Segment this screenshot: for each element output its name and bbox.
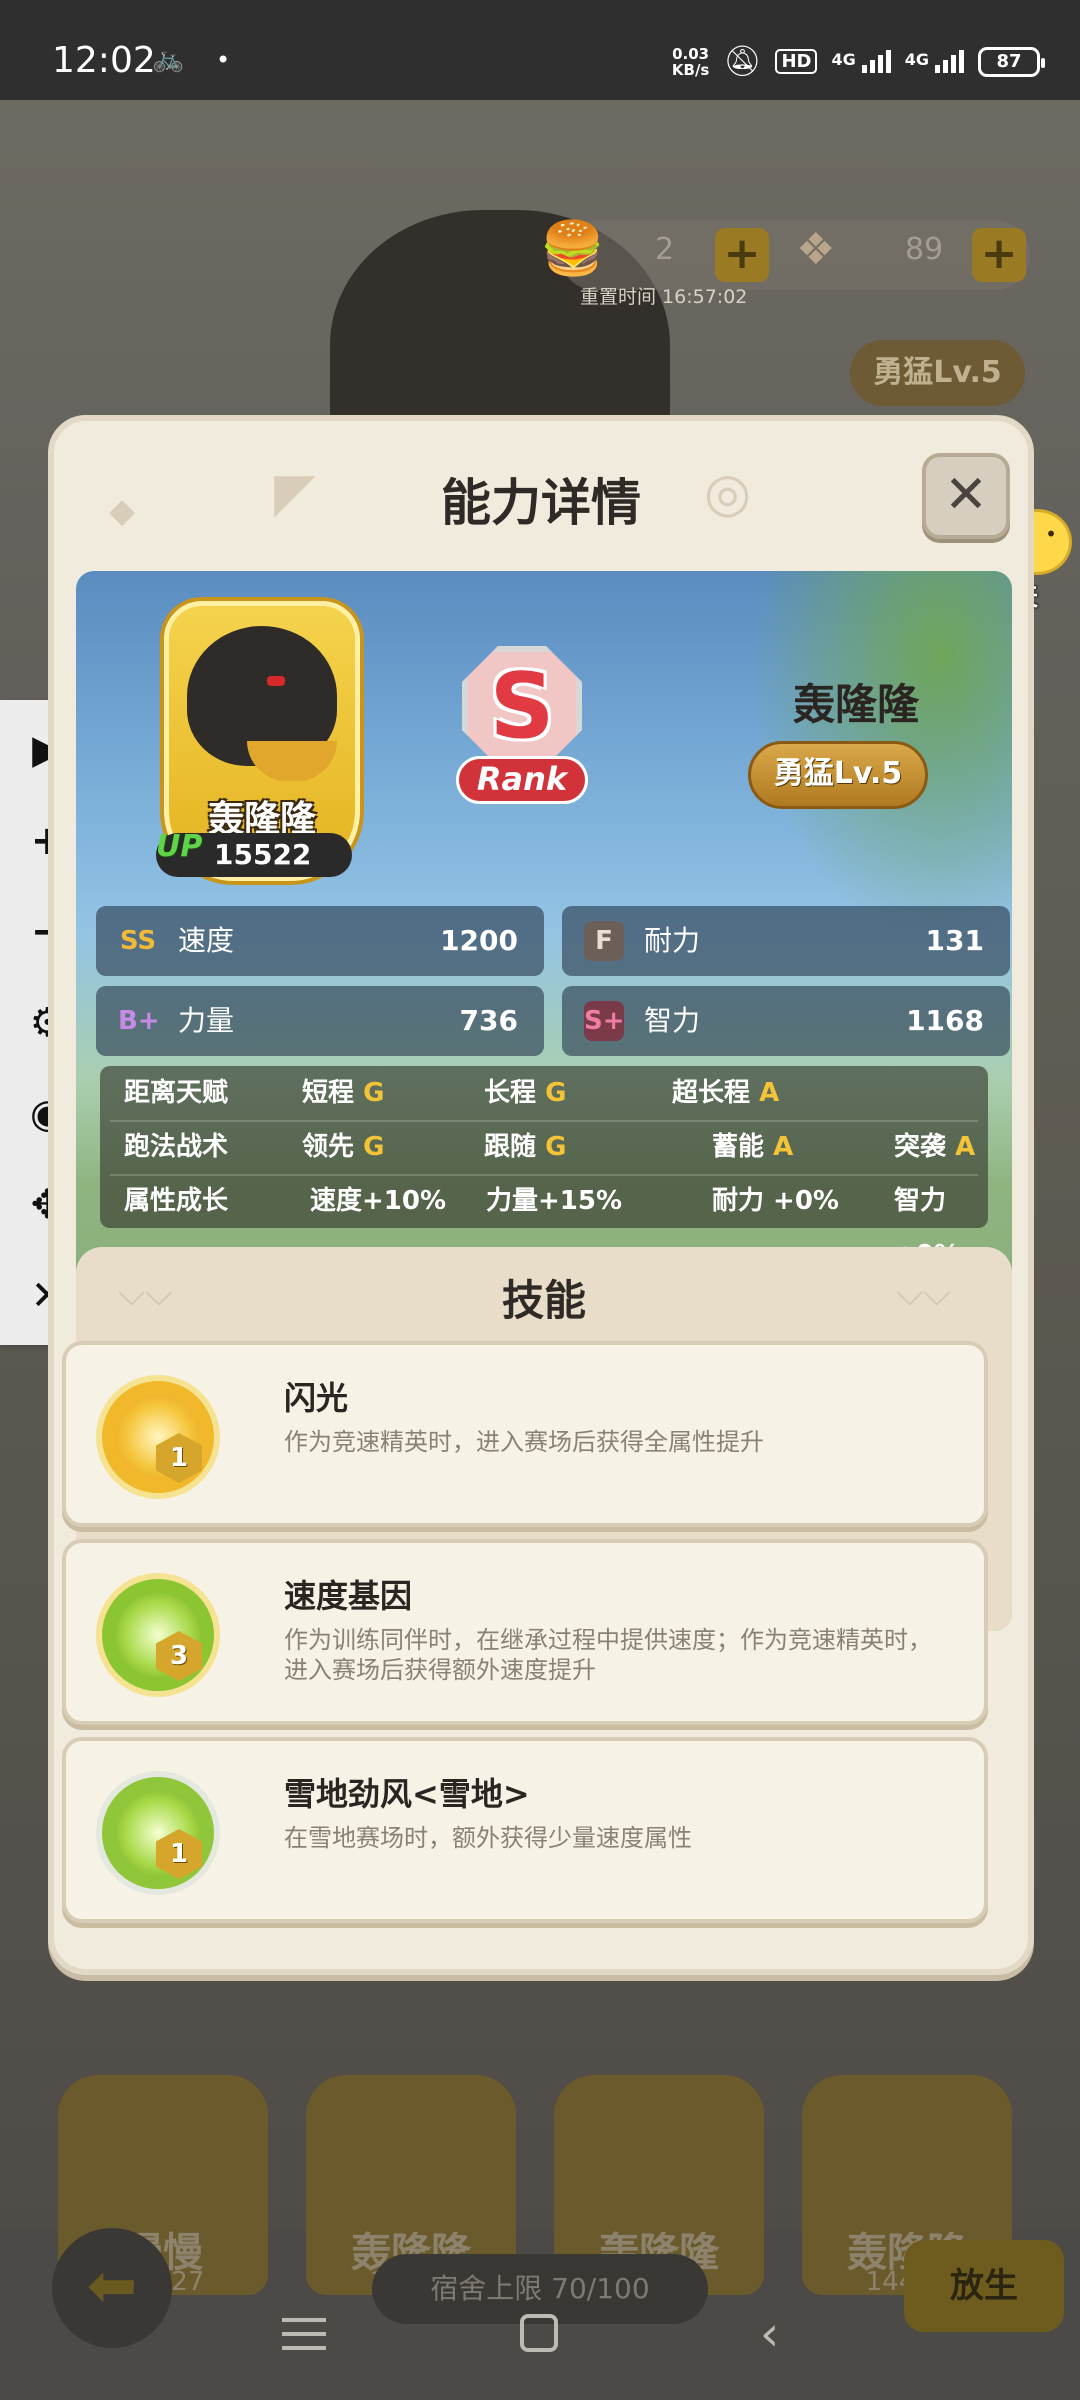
stat-grade: F — [584, 921, 624, 961]
stat-value: 736 — [459, 1004, 518, 1037]
dialog-title: 能力详情 — [441, 474, 641, 532]
mute-icon: 🔕︎ — [723, 44, 762, 79]
burger-icon: 🍔 — [540, 219, 605, 279]
growth-speed: 速度+10% — [310, 1186, 447, 1216]
notification-dot-icon: • — [216, 46, 231, 74]
stat-grade: S+ — [584, 1001, 625, 1041]
distance-talent-row: 距离天赋 短程 G 长程 G 超长程 A — [100, 1066, 988, 1120]
skill-card[interactable]: 1 雪地劲风<雪地> 在雪地赛场时，额外获得少量速度属性 — [62, 1737, 988, 1923]
attribute-panel: 距离天赋 短程 G 长程 G 超长程 A 跑法战术 领先 G 跟随 G 蓄能 A… — [100, 1066, 988, 1270]
row-header: 属性成长 — [124, 1186, 229, 1216]
hd-icon: HD — [775, 49, 818, 74]
nav-menu-icon[interactable] — [282, 2314, 326, 2354]
net-speed-value: 0.03 — [672, 44, 710, 63]
attr-charge: 蓄能 A — [712, 1132, 794, 1162]
bone-icon: ❖ — [796, 224, 836, 275]
running-strategy-row: 跑法战术 领先 G 跟随 G 蓄能 A 突袭 A — [100, 1120, 988, 1174]
skill-name: 速度基因 — [284, 1577, 413, 1615]
status-time: 12:02 — [52, 40, 156, 81]
dragon-portrait — [187, 626, 337, 781]
bone-count: 89 — [905, 232, 944, 267]
skill-name: 闪光 — [284, 1379, 349, 1417]
battery-icon: 87 — [978, 46, 1045, 77]
stat-intelligence: S+ 智力 1168 — [562, 986, 1010, 1056]
add-food-button[interactable]: + — [715, 228, 769, 282]
stat-value: 1168 — [906, 1004, 984, 1037]
food-count: 2 — [655, 232, 675, 267]
attr-long: 长程 G — [484, 1078, 567, 1108]
activity-icon: 🚲 — [152, 44, 185, 74]
speed-gene-icon — [96, 1573, 220, 1697]
add-bone-button[interactable]: + — [972, 228, 1026, 282]
flash-icon — [96, 1375, 220, 1499]
attribute-growth-row: 属性成长 速度+10% 力量+15% 耐力 +0% 智力 +0% — [100, 1174, 988, 1270]
pet-level-badge: 勇猛Lv.5 — [748, 741, 928, 809]
net-speed: 0.03 KB/s — [672, 46, 709, 78]
row-header: 跑法战术 — [124, 1132, 229, 1162]
ability-detail-dialog: ◤ ◎ ◆ 能力详情 ✕ 轰隆隆 15522 UP S Rank 轰隆隆 勇猛L… — [48, 415, 1034, 1975]
skill-name: 雪地劲风<雪地> — [284, 1775, 530, 1813]
rank-badge: S Rank — [454, 646, 590, 804]
stat-label: 力量 — [178, 1004, 235, 1037]
status-icons: 0.03 KB/s 🔕︎ HD 4G 4G 87 — [672, 44, 1045, 79]
valor-badge: 勇猛Lv.5 — [850, 340, 1025, 406]
growth-power: 力量+15% — [486, 1186, 623, 1216]
nav-back-icon[interactable]: ‹ — [760, 2306, 779, 2362]
back-arrow-icon: ⬅ — [86, 2251, 138, 2321]
rank-letter: S — [489, 654, 555, 759]
attr-short: 短程 G — [302, 1078, 385, 1108]
skill-description: 在雪地赛场时，额外获得少量速度属性 — [284, 1824, 692, 1852]
signal-icon: 4G — [831, 50, 891, 73]
stat-speed: SS 速度 1200 — [96, 906, 544, 976]
skill-card[interactable]: 1 闪光 作为竞速精英时，进入赛场后获得全属性提升 — [62, 1341, 988, 1527]
stat-value: 131 — [925, 924, 984, 957]
attr-lead: 领先 G — [302, 1132, 385, 1162]
stat-label: 耐力 — [644, 924, 701, 957]
pet-name: 轰隆隆 — [792, 680, 919, 729]
close-dialog-button[interactable]: ✕ — [922, 453, 1010, 539]
skill-card[interactable]: 3 速度基因 作为训练同伴时，在继承过程中提供速度；作为竞速精英时，进入赛场后获… — [62, 1539, 988, 1725]
skill-description: 作为训练同伴时，在继承过程中提供速度；作为竞速精英时，进入赛场后获得额外速度提升 — [284, 1626, 932, 1684]
stat-label: 智力 — [644, 1004, 701, 1037]
rank-label: Rank — [456, 756, 588, 804]
signal-icon-2: 4G — [905, 50, 964, 73]
skills-title: 技能 — [501, 1276, 586, 1325]
row-header: 距离天赋 — [124, 1078, 229, 1108]
attr-ultra-long: 超长程 A — [672, 1078, 780, 1108]
back-button[interactable]: ⬅ — [52, 2228, 172, 2348]
stat-value: 1200 — [440, 924, 518, 957]
stat-grade: B+ — [118, 1006, 160, 1036]
growth-stamina: 耐力 +0% — [712, 1186, 839, 1216]
stat-stamina: F 耐力 131 — [562, 906, 1010, 976]
stat-label: 速度 — [178, 924, 235, 957]
network-type-2: 4G — [904, 50, 929, 69]
reset-time: 重置时间 16:57:02 — [580, 286, 748, 308]
stat-grade: SS — [119, 926, 157, 956]
release-button[interactable]: 放生 — [904, 2240, 1064, 2332]
nav-home-icon[interactable] — [520, 2314, 558, 2352]
snow-wind-icon — [96, 1771, 220, 1895]
attr-follow: 跟随 G — [484, 1132, 567, 1162]
up-badge: UP — [156, 829, 203, 864]
skill-description: 作为竞速精英时，进入赛场后获得全属性提升 — [284, 1428, 764, 1456]
net-speed-unit: KB/s — [671, 60, 710, 79]
attr-raid: 突袭 A — [894, 1132, 976, 1162]
resource-bar: 🍔 2 + ❖ 89 + — [540, 219, 1030, 290]
stat-power: B+ 力量 736 — [96, 986, 544, 1056]
status-bar: 12:02 🚲 • 0.03 KB/s 🔕︎ HD 4G 4G 87 — [0, 0, 1080, 100]
network-type-1: 4G — [831, 50, 856, 69]
